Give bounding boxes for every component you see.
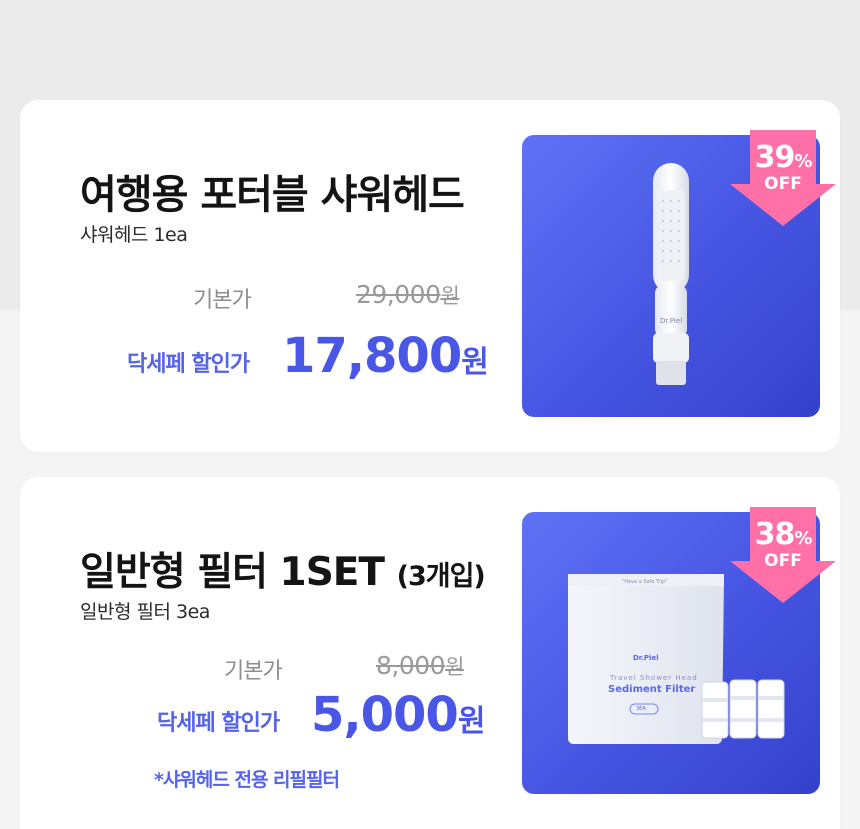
original-price: 29,000원 — [356, 280, 460, 310]
discount-percent-sign: % — [794, 528, 812, 549]
image-count: 3EA — [636, 706, 646, 712]
image-brand: Dr.Piel — [660, 317, 683, 325]
image-brand: Dr.Piel — [633, 654, 659, 662]
refill-note: *샤워헤드 전용 리필필터 — [154, 769, 340, 791]
discount-percent: 38% — [730, 517, 836, 552]
image-tagline: "Have a Safe Trip" — [622, 579, 668, 585]
discount-percent-value: 38 — [754, 517, 796, 552]
sale-price-label: 닥세페 할인가 — [157, 711, 280, 736]
sale-price-unit: 원 — [461, 345, 489, 380]
original-price-value: 8,000 — [376, 651, 446, 680]
product-subtitle: 샤워헤드 1ea — [80, 224, 188, 246]
sale-price-unit: 원 — [457, 704, 486, 739]
product-subtitle: 일반형 필터 3ea — [80, 601, 210, 623]
product-title-text: 여행용 포터블 샤워헤드 — [80, 172, 465, 218]
discount-badge: 39% OFF — [730, 130, 836, 226]
discount-percent-sign: % — [794, 151, 812, 172]
discount-off-label: OFF — [764, 174, 802, 194]
discount-off-label: OFF — [764, 551, 802, 571]
base-price-label: 기본가 — [224, 659, 283, 684]
product-title: 여행용 포터블 샤워헤드 — [80, 162, 465, 220]
image-line2: Sediment Filter — [608, 684, 696, 695]
original-price-unit: 원 — [440, 284, 460, 308]
product-card-shower-head[interactable]: 여행용 포터블 샤워헤드 샤워헤드 1ea 기본가 29,000원 닥세페 할인… — [20, 100, 840, 452]
original-price-value: 29,000 — [356, 280, 441, 309]
original-price-unit: 원 — [445, 655, 464, 679]
product-title-text: 일반형 필터 1SET — [80, 550, 397, 595]
product-title: 일반형 필터 1SET (3개입) — [80, 541, 486, 597]
image-line1: Travel Shower Head — [610, 674, 698, 682]
discount-percent: 39% — [730, 140, 836, 175]
discount-badge: 38% OFF — [730, 507, 836, 603]
sale-price-label: 닥세페 할인가 — [127, 352, 250, 377]
product-card-filter[interactable]: 일반형 필터 1SET (3개입) 일반형 필터 3ea 기본가 8,000원 … — [20, 477, 840, 829]
sale-price-value: 17,800 — [282, 328, 462, 384]
base-price-label: 기본가 — [193, 288, 252, 313]
sale-price-value: 5,000 — [311, 687, 459, 743]
original-price: 8,000원 — [376, 651, 464, 681]
product-title-suffix: (3개입) — [396, 561, 486, 592]
sale-price: 17,800원 — [282, 328, 489, 384]
sale-price: 5,000원 — [311, 687, 486, 743]
discount-percent-value: 39 — [754, 140, 796, 175]
